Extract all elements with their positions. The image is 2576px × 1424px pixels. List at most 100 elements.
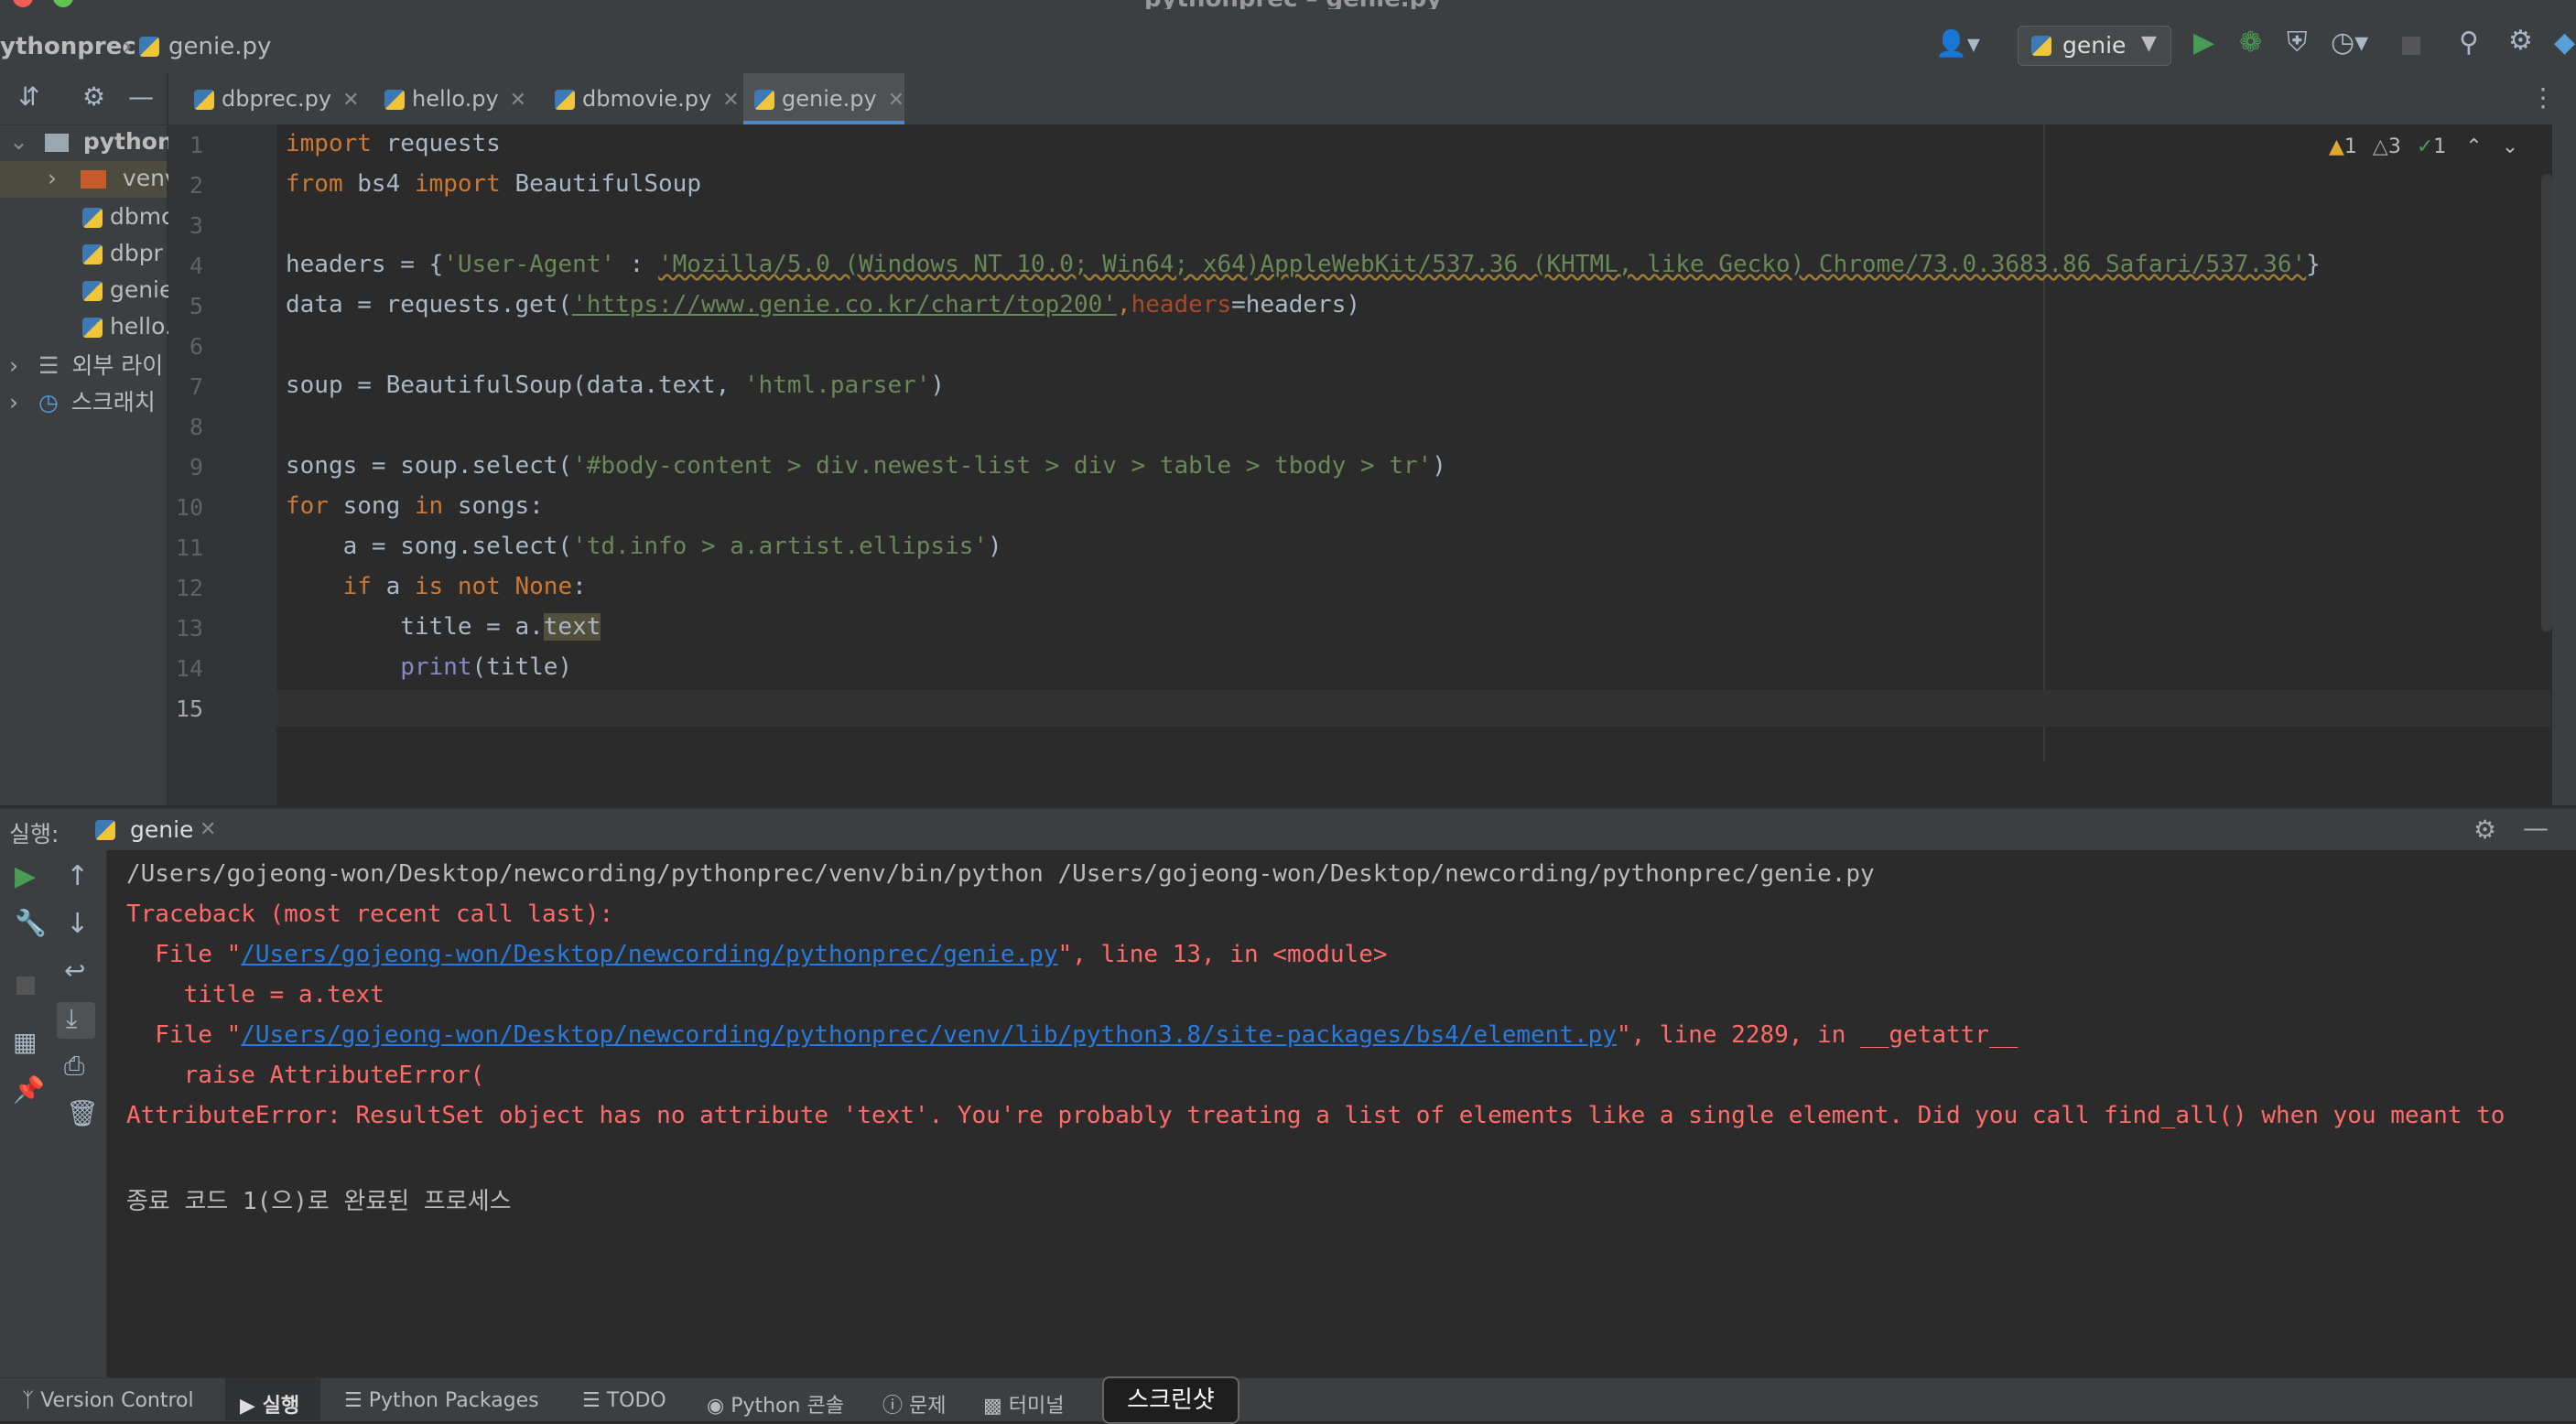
tree-item-label: dbmc — [109, 203, 174, 230]
tree-item-file[interactable]: dbmc — [82, 203, 174, 230]
tab-todo[interactable]: ☰ TODO — [582, 1389, 666, 1412]
layers-icon: ☰ — [344, 1389, 363, 1412]
console-traceback: Traceback (most recent call last): — [126, 901, 614, 928]
collapse-all-icon[interactable]: ⇵ — [18, 84, 39, 110]
layout-icon[interactable]: ▦ — [13, 1030, 37, 1055]
soft-wrap-icon[interactable]: ↩ — [64, 958, 85, 984]
chevron-down-icon[interactable]: ⌄ — [2502, 135, 2518, 158]
console-exit: 종료 코드 1(으)로 완료된 프로세스 — [126, 1188, 512, 1215]
arrow-down-icon[interactable]: ↓ — [66, 911, 89, 938]
tab-label: 터미널 — [1008, 1395, 1065, 1418]
tab-label: 실행 — [262, 1395, 300, 1418]
current-line-highlight — [276, 690, 2550, 727]
coverage-icon[interactable]: ⛨ — [2287, 29, 2308, 57]
python-file-icon — [82, 281, 103, 301]
gear-icon[interactable]: ⚙ — [2508, 27, 2533, 55]
tab-problems[interactable]: ⓘ 문제 — [882, 1389, 947, 1419]
breadcrumb-file[interactable]: genie.py — [168, 33, 271, 60]
ok-count: 1 — [2433, 135, 2447, 158]
editor-tab-bar: dbprec.py ✕ hello.py ✕ dbmovie.py ✕ genie.p… — [168, 73, 2576, 125]
window-title: pythonprec – genie.py — [1144, 0, 1442, 9]
tab-label: 문제 — [909, 1395, 947, 1418]
breadcrumb-separator-icon: › — [123, 33, 133, 60]
close-icon[interactable]: ✕ — [722, 89, 739, 112]
pin-icon[interactable]: 📌 — [13, 1077, 45, 1103]
chevron-up-icon[interactable]: ⌃ — [2465, 135, 2482, 158]
stop-icon[interactable] — [16, 976, 35, 995]
close-icon[interactable]: ✕ — [200, 818, 216, 841]
tree-item-label: 스크래치 — [70, 389, 156, 415]
search-icon[interactable]: ⚲ — [2459, 29, 2479, 57]
line-number: 6 — [189, 333, 203, 360]
code-line: print(title) — [400, 653, 573, 681]
console-code: raise AttributeError( — [126, 1062, 485, 1089]
line-number: 8 — [189, 414, 203, 440]
inspection-widget[interactable]: ▲1 △3 ✓1 ⌃ ⌄ — [2329, 135, 2518, 158]
python-file-icon — [139, 37, 159, 57]
run-panel-label: 실행: — [9, 821, 60, 847]
tab-run[interactable]: ▶ 실행 — [240, 1389, 299, 1419]
tree-item-scratches[interactable]: › ◷ 스크래치 — [9, 384, 156, 417]
tab-label: dbprec.py — [222, 86, 332, 112]
tab-label: Version Control — [40, 1389, 194, 1412]
profile-icon[interactable]: ◷▾ — [2331, 29, 2368, 57]
tree-item-label: hello. — [109, 313, 172, 340]
arrow-up-icon[interactable]: ↑ — [66, 863, 89, 890]
plugin-icon[interactable]: ◆ — [2554, 29, 2575, 57]
tree-root-label: python — [82, 128, 174, 155]
tab-version-control[interactable]: ᛉ Version Control — [22, 1389, 194, 1412]
run-icon[interactable]: ▶ — [2193, 29, 2214, 57]
hide-icon[interactable]: — — [128, 84, 154, 110]
code-line: a = song.select('td.info > a.artist.elli… — [286, 533, 1002, 560]
close-window-dot[interactable] — [13, 0, 33, 7]
tab-dbprec[interactable]: dbprec.py ✕ — [185, 73, 373, 124]
tab-genie[interactable]: genie.py ✕ — [743, 73, 904, 124]
print-icon[interactable]: ⎙ — [64, 1053, 84, 1079]
close-icon[interactable]: ✕ — [888, 89, 904, 112]
line-number: 2 — [189, 172, 203, 199]
breadcrumb-project[interactable]: ythonprec — [0, 33, 136, 60]
stop-icon[interactable] — [2402, 37, 2420, 55]
gear-icon[interactable]: ⚙ — [2473, 814, 2496, 845]
run-config-selector[interactable]: genie ▼ — [2018, 26, 2171, 66]
tab-label: TODO — [606, 1389, 666, 1412]
line-number: 13 — [175, 615, 203, 642]
rerun-icon[interactable]: ▶ — [15, 863, 36, 890]
console-frame: File "/Users/gojeong-won/Desktop/newcord… — [126, 941, 1388, 968]
run-panel-header: 실행: genie ✕ ⚙ — — [0, 807, 2576, 852]
code-line: songs = soup.select('#body-content > div… — [286, 452, 1446, 480]
gear-icon[interactable]: ⚙ — [82, 84, 105, 110]
tree-item-file[interactable]: dbpr — [82, 240, 163, 266]
tab-hello[interactable]: hello.py ✕ — [373, 73, 544, 124]
file-link[interactable]: /Users/gojeong-won/Desktop/newcording/py… — [241, 941, 1057, 968]
trash-icon[interactable]: 🗑 — [66, 1101, 99, 1127]
tab-python-console[interactable]: ◉ Python 콘솔 — [707, 1389, 844, 1419]
close-icon[interactable]: ✕ — [510, 89, 526, 112]
wrench-icon[interactable]: 🔧 — [15, 911, 47, 936]
tree-item-external-libs[interactable]: › ☰ 외부 라이 — [9, 348, 163, 381]
tab-terminal[interactable]: ▩ 터미널 — [983, 1389, 1065, 1419]
debug-icon[interactable]: ❁ — [2239, 29, 2262, 57]
console-command: /Users/gojeong-won/Desktop/newcording/py… — [126, 860, 1875, 888]
play-icon: ▶ — [240, 1395, 255, 1418]
screenshot-button[interactable]: 스크린샷 — [1102, 1376, 1239, 1424]
tree-item-file[interactable]: genie — [82, 276, 173, 303]
tree-root[interactable]: ⌄ python — [9, 128, 174, 155]
run-tab-genie[interactable]: genie — [130, 816, 193, 843]
code-line: soup = BeautifulSoup(data.text, 'html.pa… — [286, 372, 946, 399]
editor-scrollbar[interactable] — [2541, 174, 2552, 631]
file-link[interactable]: /Users/gojeong-won/Desktop/newcording/py… — [241, 1021, 1617, 1049]
tree-item-venv[interactable]: › venv — [48, 165, 179, 191]
code-line: if a is not None: — [342, 573, 587, 600]
line-number: 9 — [189, 454, 203, 480]
console-code: title = a.text — [126, 981, 384, 1009]
code-line: headers = {'User-Agent' : 'Mozilla/5.0 (… — [286, 251, 2321, 278]
zoom-window-dot[interactable] — [53, 0, 73, 7]
tab-python-packages[interactable]: ☰ Python Packages — [344, 1389, 539, 1412]
minimize-icon[interactable]: — — [2523, 813, 2549, 843]
user-account-icon[interactable]: 👤▾ — [1935, 31, 1980, 57]
tree-item-file[interactable]: hello. — [82, 313, 172, 340]
line-number: 12 — [175, 575, 203, 601]
close-icon[interactable]: ✕ — [342, 89, 359, 112]
tab-dbmovie[interactable]: dbmovie.py ✕ — [544, 73, 741, 124]
